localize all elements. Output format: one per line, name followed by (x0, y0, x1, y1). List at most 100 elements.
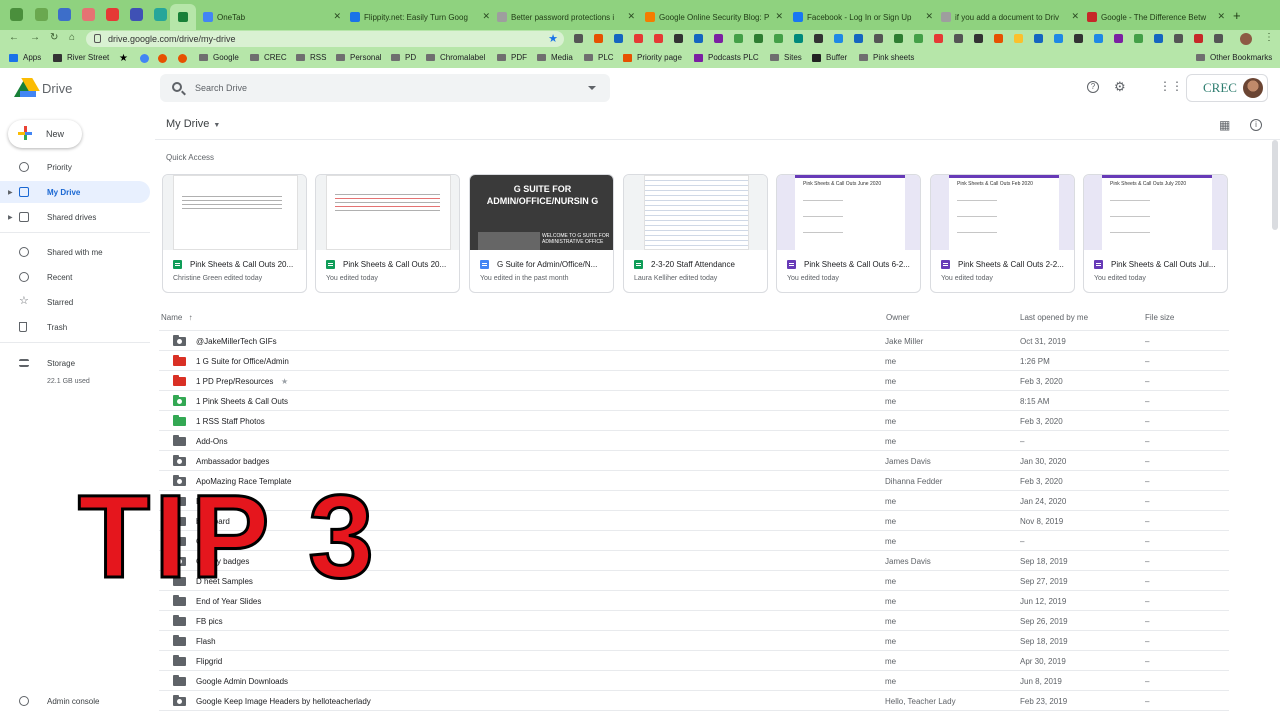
bookmark-crec[interactable]: CREC (250, 53, 287, 62)
table-row[interactable]: 1 RSS Staff Photos me Feb 3, 2020 – (159, 411, 1229, 431)
extension-icon[interactable] (974, 34, 983, 43)
table-row[interactable]: 1 PD Prep/Resources ★ me Feb 3, 2020 – (159, 371, 1229, 391)
bookmark-favicon[interactable] (178, 54, 187, 63)
sort-arrow-icon[interactable]: ↑ (189, 313, 193, 322)
expand-caret-icon[interactable]: ▶ (8, 214, 13, 221)
search-options-icon[interactable] (588, 86, 596, 90)
sidebar-item-starred[interactable]: ☆ Starred (0, 291, 150, 313)
extension-icon[interactable] (834, 34, 843, 43)
table-row[interactable]: Add-Ons me – – (159, 431, 1229, 451)
pinned-tab-icon[interactable] (35, 8, 48, 21)
quick-access-card[interactable]: Pink Sheets & Call Outs 20... You edited… (315, 174, 460, 293)
close-tab-icon[interactable]: ✕ (775, 11, 783, 22)
extension-icon[interactable] (854, 34, 863, 43)
bookmark-chromalabel[interactable]: Chromalabel (426, 53, 485, 62)
extension-icon[interactable] (1074, 34, 1083, 43)
tab-google-drive[interactable] (170, 4, 196, 30)
youtube-tab-icon[interactable] (106, 8, 119, 21)
close-tab-icon[interactable]: ✕ (627, 11, 635, 22)
column-header-owner[interactable]: Owner (886, 313, 910, 322)
pinned-tab-icon[interactable] (154, 8, 167, 21)
quick-access-card[interactable]: G SUITE FOR ADMIN/OFFICE/NURSIN G WELCOM… (469, 174, 614, 293)
extension-icon[interactable] (894, 34, 903, 43)
extension-icon[interactable] (1214, 34, 1223, 43)
grid-view-icon[interactable]: ▦ (1219, 118, 1230, 132)
search-icon[interactable] (172, 82, 182, 92)
pinned-tab-icon[interactable] (58, 8, 71, 21)
extension-icon[interactable] (794, 34, 803, 43)
extension-icon[interactable] (874, 34, 883, 43)
quick-access-card[interactable]: Pink Sheets & Call Outs July 2020 Pink S… (1083, 174, 1228, 293)
apps-grid-icon[interactable]: ⋮⋮ (1159, 79, 1183, 93)
quick-access-card[interactable]: Pink Sheets & Call Outs June 2020 Pink S… (776, 174, 921, 293)
sidebar-item-storage[interactable]: Storage (0, 352, 150, 374)
bookmark-buffer[interactable]: Buffer (812, 53, 847, 62)
gear-icon[interactable]: ⚙ (1114, 79, 1126, 95)
sidebar-item-my-drive[interactable]: ▶ My Drive (0, 181, 150, 203)
bookmark-rss[interactable]: RSS (296, 53, 326, 62)
sidebar-item-shared-drives[interactable]: ▶ Shared drives (0, 206, 150, 228)
bookmark-pink-sheets[interactable]: Pink sheets (859, 53, 914, 62)
extension-icon[interactable] (1054, 34, 1063, 43)
extension-icon[interactable] (1194, 34, 1203, 43)
extension-icon[interactable] (774, 34, 783, 43)
quick-access-card[interactable]: Pink Sheets & Call Outs 20... Christine … (162, 174, 307, 293)
column-header-name[interactable]: Name ↑ (161, 313, 193, 322)
bookmark-podcasts-plc[interactable]: Podcasts PLC (694, 53, 759, 62)
bookmark-apps[interactable]: Apps (9, 53, 41, 62)
table-row[interactable]: Flipgrid me Apr 30, 2019 – (159, 651, 1229, 671)
tab-security-blog[interactable]: Google Online Security Blog: P ✕ (645, 6, 783, 28)
table-row[interactable]: Ambassador badges James Davis Jan 30, 2020… (159, 451, 1229, 471)
extension-icon[interactable] (1034, 34, 1043, 43)
scrollbar[interactable] (1272, 140, 1278, 230)
extension-icon[interactable] (1154, 34, 1163, 43)
column-header-last-opened[interactable]: Last opened by me (1020, 313, 1088, 322)
google-bookmark-icon[interactable] (140, 54, 149, 63)
expand-caret-icon[interactable]: ▶ (8, 189, 13, 196)
extension-icon[interactable] (814, 34, 823, 43)
extension-icon[interactable] (674, 34, 683, 43)
column-header-file-size[interactable]: File size (1145, 313, 1174, 322)
extension-icon[interactable] (1094, 34, 1103, 43)
extension-icon[interactable] (914, 34, 923, 43)
table-row[interactable]: FB pics me Sep 26, 2019 – (159, 611, 1229, 631)
search-input[interactable]: Search Drive (160, 74, 610, 102)
tab-password-protections[interactable]: Better password protections i ✕ (497, 6, 635, 28)
quick-access-card[interactable]: 2-3-20 Staff Attendance Laura Kelliher e… (623, 174, 768, 293)
help-icon[interactable]: ? (1087, 81, 1099, 93)
more-menu-icon[interactable]: ⋮ (1264, 32, 1274, 43)
bookmark-google[interactable]: Google (199, 53, 239, 62)
tab-drive-question[interactable]: if you add a document to Driv ✕ (941, 6, 1079, 28)
extension-icon[interactable] (1114, 34, 1123, 43)
bookmark-plc[interactable]: PLC (584, 53, 614, 62)
extension-icon[interactable] (994, 34, 1003, 43)
pinned-tab-icon[interactable] (10, 8, 23, 21)
table-row[interactable]: 1 G Suite for Office/Admin me 1:26 PM – (159, 351, 1229, 371)
breadcrumb[interactable]: My Drive ▼ (166, 118, 220, 130)
new-button[interactable]: New (8, 120, 82, 148)
bookmark-personal[interactable]: Personal (336, 53, 382, 62)
bookmark-favicon[interactable] (158, 54, 167, 63)
extension-icon[interactable] (734, 34, 743, 43)
bookmark-pd[interactable]: PD (391, 53, 416, 62)
bookmark-priority-page[interactable]: Priority page (623, 53, 682, 62)
bookmark-star-icon[interactable]: ★ (548, 32, 558, 45)
extension-icon[interactable] (634, 34, 643, 43)
sidebar-item-shared-with-me[interactable]: Shared with me (0, 241, 150, 263)
reload-icon[interactable]: ↻ (50, 32, 58, 43)
tab-facebook[interactable]: Facebook - Log In or Sign Up ✕ (793, 6, 933, 28)
address-bar[interactable]: drive.google.com/drive/my-drive ★ (86, 31, 564, 47)
extension-icon[interactable] (934, 34, 943, 43)
bookmark-river-street[interactable]: River Street (53, 53, 109, 62)
extension-icon[interactable] (754, 34, 763, 43)
extension-icon[interactable] (1174, 34, 1183, 43)
info-icon[interactable]: i (1250, 119, 1262, 131)
table-row[interactable]: 1 Pink Sheets & Call Outs me 8:15 AM – (159, 391, 1229, 411)
home-icon[interactable]: ⌂ (69, 32, 75, 43)
table-row[interactable]: Flash me Sep 18, 2019 – (159, 631, 1229, 651)
bookmark-sites[interactable]: Sites (770, 53, 802, 62)
extension-icon[interactable] (574, 34, 583, 43)
back-icon[interactable]: ← (9, 32, 19, 43)
new-tab-icon[interactable]: + (1233, 8, 1241, 23)
pinned-tab-icon[interactable] (82, 8, 95, 21)
